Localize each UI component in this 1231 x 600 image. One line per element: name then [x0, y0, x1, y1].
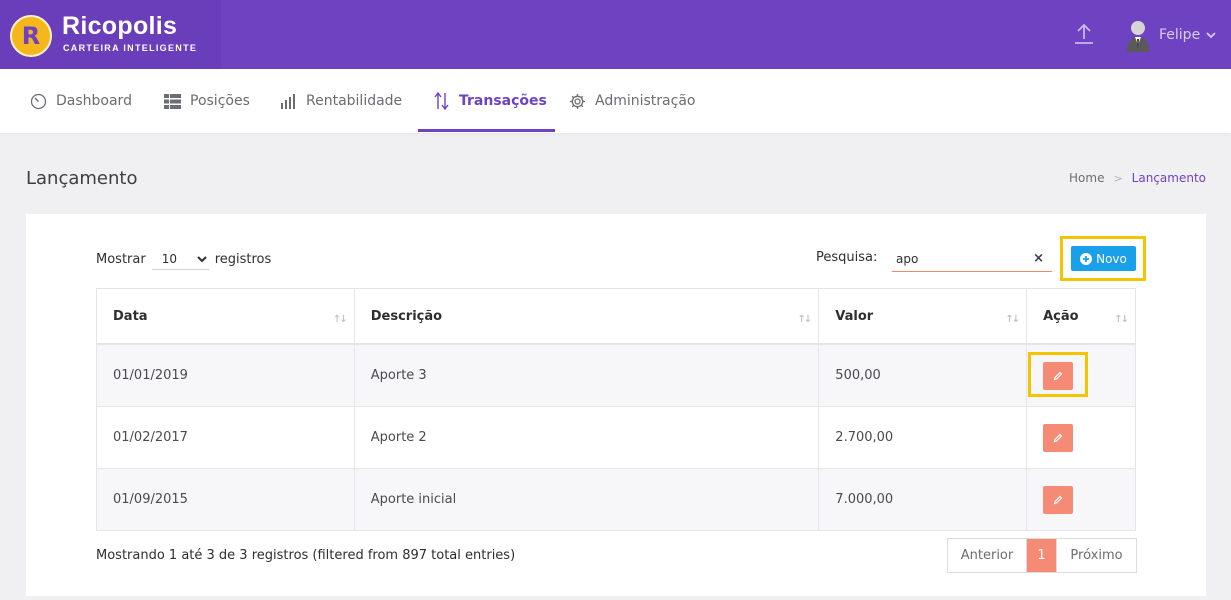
nav-rentabilidade[interactable]: Rentabilidade [280, 69, 402, 133]
sort-icon: ↑↓ [1114, 314, 1129, 325]
nav-dashboard-label: Dashboard [56, 93, 132, 109]
cell-valor: 500,00 [819, 345, 1028, 406]
records-label: registros [214, 251, 272, 267]
edit-button[interactable] [1043, 423, 1074, 452]
breadcrumb-home[interactable]: Home [1069, 171, 1104, 185]
cell-valor: 2.700,00 [819, 407, 1028, 468]
nav-posicoes-label: Posições [190, 93, 250, 109]
dashboard-gauge-icon [30, 93, 47, 109]
column-header-label: Ação [1043, 308, 1079, 324]
pagination: Anterior 1 Próximo [947, 538, 1137, 573]
pagination-next[interactable]: Próximo [1056, 539, 1136, 572]
transactions-table: Data ↑↓ Descrição ↑↓ Valor ↑↓ Ação ↑↓ 01… [96, 288, 1136, 531]
cell-data: 01/09/2015 [97, 469, 355, 530]
avatar [1127, 21, 1149, 52]
upload-icon[interactable] [1073, 22, 1095, 46]
column-header-label: Data [113, 308, 148, 324]
pagination-page-current[interactable]: 1 [1027, 539, 1056, 572]
table-list-icon [164, 93, 181, 109]
sort-icon: ↑↓ [1005, 314, 1020, 325]
table-row: 01/01/2019 Aporte 3 500,00 [97, 345, 1135, 407]
breadcrumb-current: Lançamento [1131, 171, 1206, 185]
gear-icon [570, 93, 585, 109]
transfer-arrows-icon [434, 92, 449, 110]
nav-posicoes[interactable]: Posições [164, 69, 250, 133]
logo-initial: R [21, 22, 41, 50]
logo-icon: R [10, 15, 52, 57]
breadcrumb: Home > Lançamento [1069, 171, 1206, 185]
page-size-value: 10 [161, 251, 177, 266]
pencil-icon [1053, 433, 1063, 442]
nav-transacoes-label: Transações [459, 93, 547, 109]
new-button[interactable]: Novo [1071, 246, 1136, 271]
table-row: 01/09/2015 Aporte inicial 7.000,00 [97, 469, 1135, 530]
new-button-label: Novo [1096, 251, 1127, 266]
pencil-icon [1053, 495, 1063, 504]
nav-administracao[interactable]: Administração [569, 69, 695, 133]
column-header-descricao[interactable]: Descrição ↑↓ [355, 289, 820, 343]
brand-name: Ricopolis [62, 12, 178, 40]
cell-descricao: Aporte inicial [355, 469, 820, 530]
nav-dashboard[interactable]: Dashboard [30, 69, 132, 133]
cell-descricao: Aporte 2 [355, 407, 820, 468]
column-header-data[interactable]: Data ↑↓ [97, 289, 355, 343]
page-title: Lançamento [26, 168, 138, 189]
top-bar: R Ricopolis CARTEIRA INTELIGENTE Felipe [0, 0, 1231, 69]
cell-descricao: Aporte 3 [355, 345, 820, 406]
brand-logo[interactable]: R Ricopolis CARTEIRA INTELIGENTE [0, 0, 221, 69]
brand-tagline: CARTEIRA INTELIGENTE [63, 43, 198, 53]
clear-search-icon[interactable]: × [1033, 251, 1044, 266]
sort-icon: ↑↓ [797, 314, 813, 325]
column-header-valor[interactable]: Valor ↑↓ [819, 289, 1028, 343]
sort-icon: ↑↓ [332, 314, 348, 325]
plus-circle-icon [1080, 252, 1093, 265]
column-header-label: Descrição [370, 308, 443, 324]
search-value: apo [896, 251, 919, 266]
chevron-down-icon [196, 255, 207, 262]
main-nav: Dashboard Posições Rentabilidade Transaç… [0, 69, 1231, 133]
bar-chart-icon [281, 93, 295, 109]
search-label: Pesquisa: [816, 250, 878, 265]
chevron-down-icon [1206, 32, 1216, 39]
breadcrumb-separator-icon: > [1113, 171, 1123, 185]
cell-data: 01/01/2019 [97, 345, 355, 406]
nav-administracao-label: Administração [595, 93, 696, 109]
cell-data: 01/02/2017 [97, 407, 355, 468]
edit-button[interactable] [1043, 485, 1074, 514]
table-row: 01/02/2017 Aporte 2 2.700,00 [97, 407, 1135, 469]
table-header: Data ↑↓ Descrição ↑↓ Valor ↑↓ Ação ↑↓ [97, 289, 1135, 345]
cell-acao [1027, 469, 1135, 530]
user-menu[interactable]: Felipe [1124, 18, 1216, 52]
search-input[interactable]: apo × [892, 246, 1052, 272]
user-name: Felipe [1159, 27, 1201, 43]
active-tab-indicator [418, 129, 555, 132]
show-label: Mostrar [96, 251, 146, 267]
column-header-acao[interactable]: Ação ↑↓ [1027, 289, 1135, 343]
nav-transacoes[interactable]: Transações [433, 69, 547, 133]
edit-button-highlight [1028, 352, 1088, 397]
page-size-control: Mostrar 10 registros [96, 248, 271, 270]
cell-valor: 7.000,00 [819, 469, 1028, 530]
nav-rentabilidade-label: Rentabilidade [306, 93, 403, 109]
table-info: Mostrando 1 até 3 de 3 registros (filter… [96, 548, 516, 563]
column-header-label: Valor [835, 308, 874, 324]
page-size-select[interactable]: 10 [151, 248, 209, 270]
pagination-prev[interactable]: Anterior [948, 539, 1027, 572]
cell-acao [1027, 407, 1135, 468]
